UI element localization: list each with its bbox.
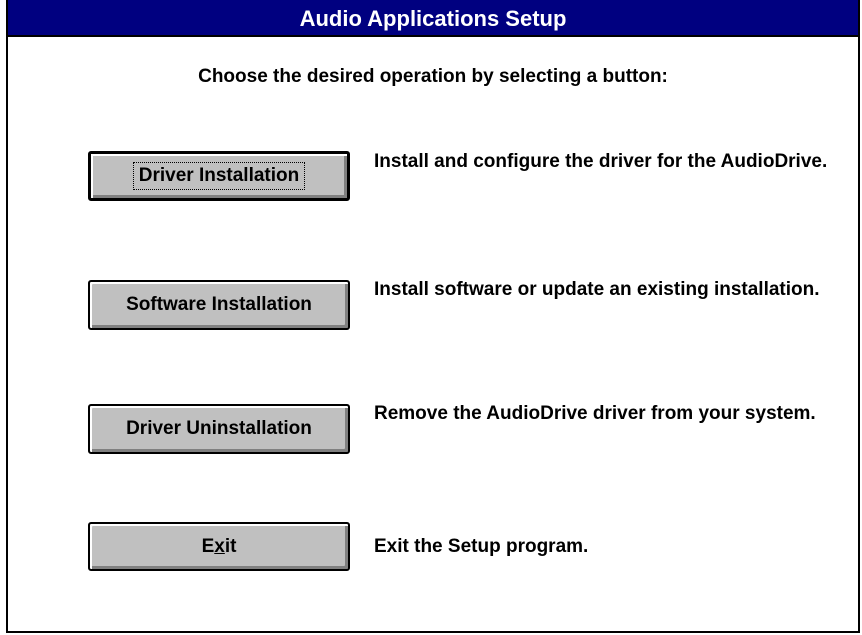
window-title: Audio Applications Setup xyxy=(8,0,858,37)
exit-description: Exit the Setup program. xyxy=(374,536,589,557)
software-installation-button[interactable]: Software Installation xyxy=(88,280,350,330)
driver-uninstallation-description: Remove the AudioDrive driver from your s… xyxy=(374,403,816,424)
driver-uninstallation-button[interactable]: Driver Uninstallation xyxy=(88,404,350,454)
driver-installation-description: Install and configure the driver for the… xyxy=(374,151,828,172)
setup-dialog: Audio Applications Setup Choose the desi… xyxy=(6,0,860,633)
software-installation-description: Install software or update an existing i… xyxy=(374,279,820,300)
exit-button[interactable]: Exit xyxy=(88,522,350,571)
instruction-text: Choose the desired operation by selectin… xyxy=(198,66,668,87)
software-installation-button-label: Software Installation xyxy=(126,294,312,315)
driver-installation-button-label: Driver Installation xyxy=(132,162,306,190)
exit-label-mnemonic: x xyxy=(214,535,225,557)
exit-label-prefix: E xyxy=(201,535,215,557)
exit-label-suffix: it xyxy=(224,535,237,557)
exit-button-label: Exit xyxy=(198,535,241,559)
driver-installation-button[interactable]: Driver Installation xyxy=(88,151,350,201)
driver-uninstallation-button-label: Driver Uninstallation xyxy=(126,418,312,439)
